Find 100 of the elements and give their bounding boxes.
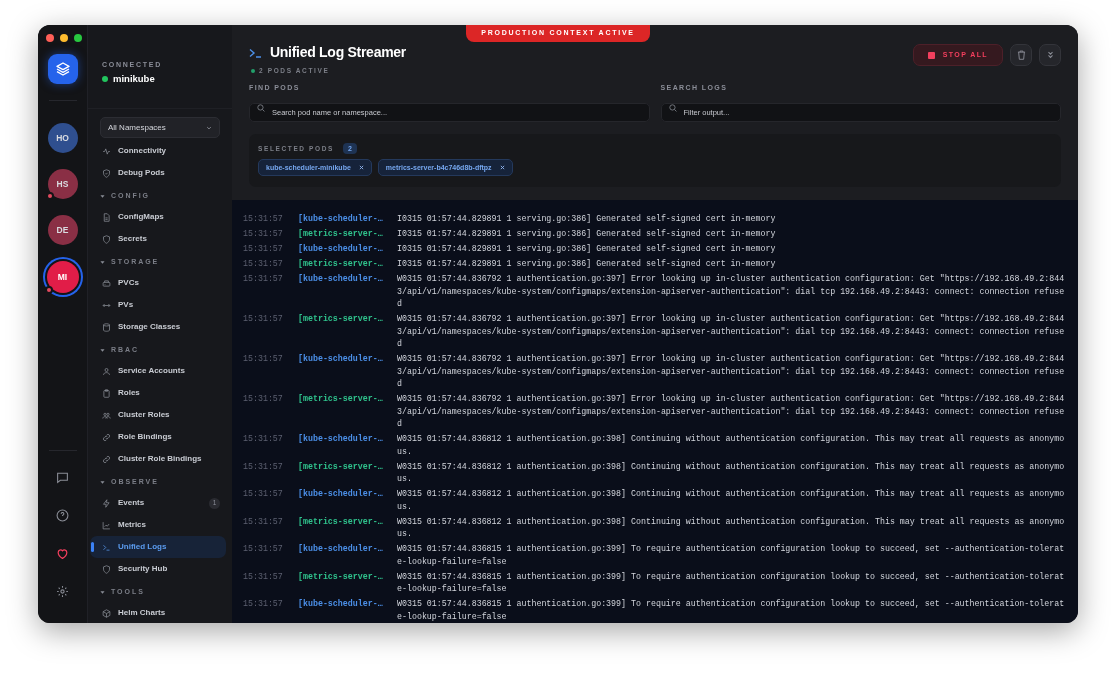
database-icon [102,322,111,332]
nav-item[interactable]: Unified Logs [90,536,226,559]
caret-icon[interactable] [100,589,105,595]
pod-label: [kube-scheduler-… [298,243,384,256]
pod-label: [metrics-server-… [298,515,384,528]
caret-icon[interactable] [100,347,105,353]
cluster-name: minikube [113,72,155,86]
timestamp: 15:31:57 [243,393,284,406]
timestamp: 15:31:57 [243,353,284,366]
minimize-window-button[interactable] [60,34,68,42]
pod-label: [kube-scheduler-… [298,488,384,501]
pod-label: [kube-scheduler-… [298,598,384,611]
heart-icon[interactable] [56,547,69,560]
stop-icon [927,51,935,59]
terminal-icon [102,542,111,552]
pod-label: [kube-scheduler-… [298,353,384,366]
nav-item[interactable]: Service Accounts [90,360,226,383]
nav-item[interactable]: Connectivity [90,140,226,163]
log-message: W0315 01:57:44.836792 1 authentication.go:397] Error looking up in-cluster authentication configuration: Get "https://192.168.49.2:8443/api/v1/namespaces/kube-system/configmaps/extension-apiserver-authentication": dial tcp 192.168.49.2:8443: connect: connection refused [397,313,1065,351]
cube-icon [102,608,111,618]
document-icon [102,212,111,222]
close-icon[interactable] [358,165,364,171]
settings-icon[interactable] [56,585,69,598]
double-chevron-down-icon [1046,51,1054,59]
pod-label: [metrics-server-… [298,393,384,406]
chat-icon[interactable] [56,471,69,484]
clear-button[interactable] [1010,44,1032,66]
nav-item[interactable]: Roles [90,382,226,405]
nav-item[interactable]: Helm Charts [90,602,226,623]
cluster-avatar[interactable]: HS [47,169,78,199]
shield-icon [102,564,111,574]
log-message: W0315 01:57:44.836815 1 authentication.go:399] To require authentication configuration lookup to succeed, set --authentication-tolerate-lookup-failure=false [397,598,1065,623]
cluster-avatar[interactable]: MI [46,261,79,293]
log-message: I0315 01:57:44.829891 1 serving.go:386] Generated self-signed cert in-memory [397,228,777,241]
log-message: W0315 01:57:44.836812 1 authentication.go:398] Continuing without authentication configuration. This may treat all requests as anonymous. [397,488,1065,513]
nav-item[interactable]: Security Hub [90,558,226,581]
log-message: I0315 01:57:44.829891 1 serving.go:386] Generated self-signed cert in-memory [397,213,777,226]
drive-icon [102,278,111,288]
nav-item[interactable]: PVs [90,294,226,317]
timestamp: 15:31:57 [243,570,284,583]
log-message: I0315 01:57:44.829891 1 serving.go:386] Generated self-signed cert in-memory [397,243,777,256]
nav-item[interactable]: Debug Pods [90,162,226,185]
search-icon [668,103,677,112]
timestamp: 15:31:57 [243,543,284,556]
nav-item[interactable]: Secrets [90,228,226,251]
nav-item[interactable]: ConfigMaps [90,206,226,229]
log-message: I0315 01:57:44.829891 1 serving.go:386] Generated self-signed cert in-memory [397,258,777,271]
selection-indicator [91,542,94,553]
link-icon [102,432,111,442]
timestamp: 15:31:57 [243,598,284,611]
log-message: W0315 01:57:44.836792 1 authentication.go:397] Error looking up in-cluster authentication configuration: Get "https://192.168.49.2:8443/api/v1/namespaces/kube-system/configmaps/extension-apiserver-authentication": dial tcp 192.168.49.2:8443: connect: connection refused [397,393,1065,431]
timestamp: 15:31:57 [243,488,284,501]
log-message: W0315 01:57:44.836812 1 authentication.go:398] Continuing without authentication configuration. This may treat all requests as anonymous. [397,515,1065,541]
namespace-select[interactable]: All Namespaces [100,117,220,139]
pod-label: [metrics-server-… [298,258,384,271]
log-message: W0315 01:57:44.836815 1 authentication.go:399] To require authentication configuration lookup to succeed, set --authentication-tolerate-lookup-failure=false [397,543,1065,568]
users-icon [102,410,111,420]
lightning-icon [102,498,111,508]
terminal-icon [249,47,262,58]
clipboard-icon [102,388,111,398]
timestamp: 15:31:57 [243,213,284,226]
nav-item[interactable]: Cluster Role Bindings [90,448,226,471]
nav-item[interactable]: PVCs [90,272,226,295]
timestamp: 15:31:57 [243,433,284,446]
log-message: W0315 01:57:44.836815 1 authentication.go:399] To require authentication configuration lookup to succeed, set --authentication-tolerate-lookup-failure=false [397,570,1065,596]
pod-label: [metrics-server-… [298,570,384,583]
layers-icon [54,61,71,77]
link-icon [102,454,111,464]
scroll-bottom-button[interactable] [1039,44,1061,66]
maximize-window-button[interactable] [74,34,82,42]
help-icon[interactable] [56,509,69,522]
timestamp: 15:31:57 [243,228,284,241]
close-window-button[interactable] [46,34,54,42]
caret-icon[interactable] [100,479,105,485]
nav-item[interactable]: Storage Classes [90,316,226,339]
timestamp: 15:31:57 [243,273,284,286]
timestamp: 15:31:57 [243,243,284,256]
activity-icon [102,146,111,156]
shield-icon [102,234,111,244]
timestamp: 15:31:57 [243,258,284,271]
log-message: W0315 01:57:44.836792 1 authentication.go:397] Error looking up in-cluster authentication configuration: Get "https://192.168.49.2:8443/api/v1/namespaces/kube-system/configmaps/extension-apiserver-authentication": dial tcp 192.168.49.2:8443: connect: connection refused [397,273,1065,311]
shield-icon [102,168,111,178]
nav-item[interactable]: Metrics [90,514,226,537]
cluster-avatar[interactable]: DE [47,215,78,245]
timestamp: 15:31:57 [243,515,284,528]
search-icon [257,103,265,112]
pod-label: [kube-scheduler-… [298,433,384,446]
caret-icon[interactable] [100,259,105,265]
pod-label: [metrics-server-… [298,313,384,326]
log-message: W0315 01:57:44.836812 1 authentication.go:398] Continuing without authentication configuration. This may treat all requests as anonymous. [397,460,1065,486]
log-message: W0315 01:57:44.836812 1 authentication.go:398] Continuing without authentication configuration. This may treat all requests as anonymous. [397,433,1065,458]
pod-label: [kube-scheduler-… [298,543,384,556]
chevron-down-icon [206,124,212,131]
caret-icon[interactable] [100,193,105,199]
close-icon[interactable] [499,165,505,171]
nav-item[interactable]: Cluster Roles [90,404,226,427]
timestamp: 15:31:57 [243,313,284,326]
pod-label: [metrics-server-… [298,228,384,241]
cluster-avatar[interactable]: HO [47,123,78,153]
nav-item[interactable]: Role Bindings [90,426,226,449]
